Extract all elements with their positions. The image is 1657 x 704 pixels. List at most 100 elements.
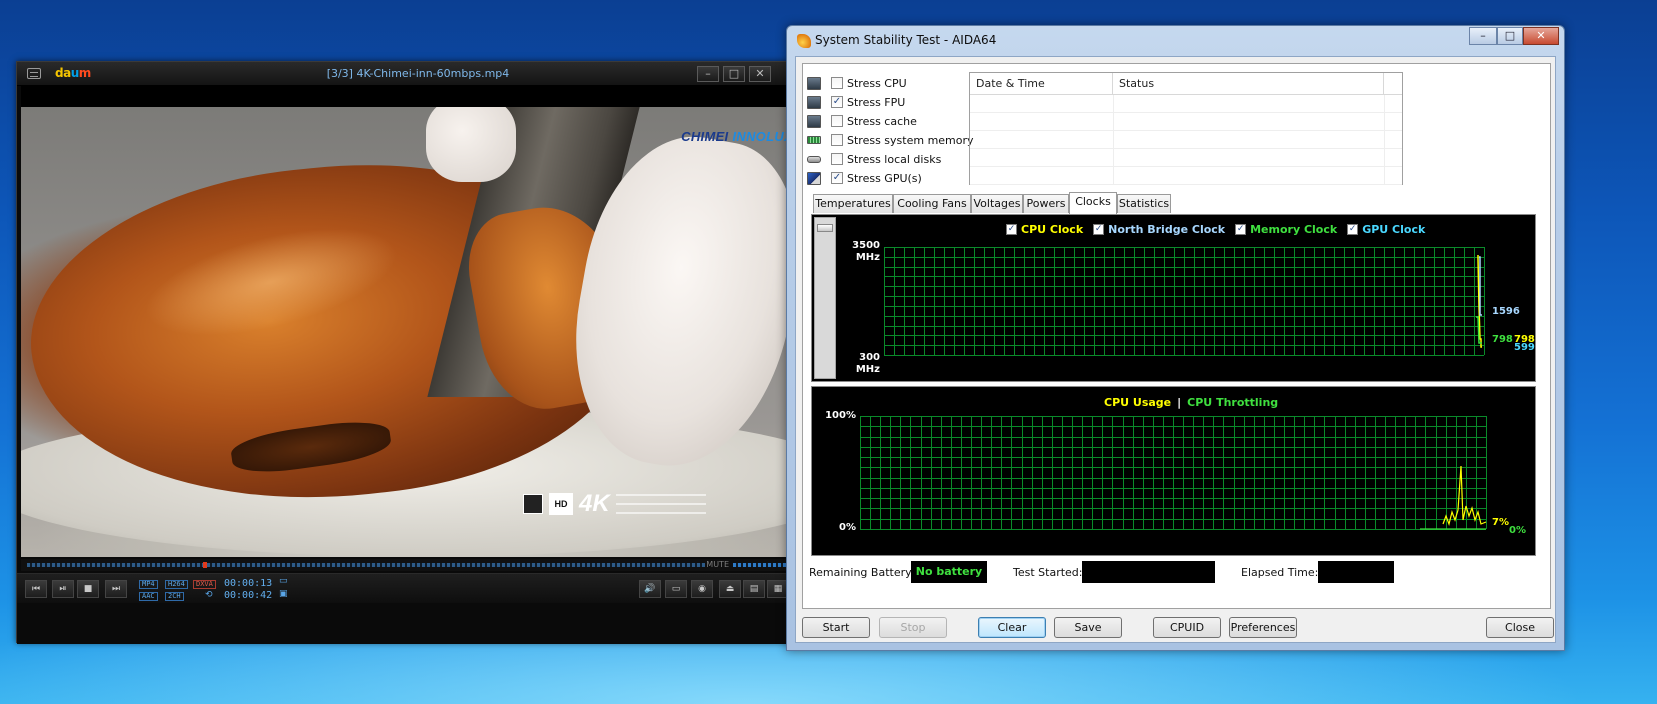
stress-cache-checkbox[interactable]	[831, 115, 843, 127]
graph-scrollbar[interactable]	[814, 217, 836, 379]
stress-cpu-option[interactable]: Stress CPU	[807, 74, 907, 92]
test-started-value	[1082, 561, 1215, 583]
player-titlebar[interactable]: daum [3/3] 4K-Chimei-inn-60mbps.mp4 – □ …	[17, 62, 819, 86]
tab-powers[interactable]: Powers	[1023, 194, 1069, 213]
play-pause-button[interactable]: ⏯	[52, 580, 74, 598]
stress-disks-checkbox[interactable]	[831, 153, 843, 165]
cpu-usage-line	[1442, 465, 1487, 527]
aida-close-button[interactable]: ✕	[1523, 27, 1559, 45]
tab-temperatures[interactable]: Temperatures	[813, 194, 893, 213]
aida64-flame-icon	[797, 34, 811, 48]
north-bridge-value: 1596	[1492, 306, 1520, 317]
column-date-time[interactable]: Date & Time	[970, 73, 1113, 95]
cpu-throttling-value: 0%	[1509, 525, 1526, 536]
elapsed-time-value	[1318, 561, 1394, 583]
codec-2ch-badge: 2CH	[165, 592, 184, 601]
tab-cooling-fans[interactable]: Cooling Fans	[893, 194, 971, 213]
stress-disks-option[interactable]: Stress local disks	[807, 150, 941, 168]
graph-scroll-thumb[interactable]	[817, 224, 833, 232]
control-panel-button[interactable]: ▤	[743, 580, 765, 598]
legend-memory-clock-checkbox[interactable]: ✓	[1235, 224, 1247, 235]
aida-maximize-button[interactable]: □	[1497, 27, 1523, 45]
table-row	[970, 95, 1402, 113]
stress-memory-checkbox[interactable]	[831, 134, 843, 146]
start-button[interactable]: Start	[802, 617, 870, 638]
usage-y-min: 0%	[839, 522, 856, 533]
legend-north-bridge-checkbox[interactable]: ✓	[1093, 224, 1105, 235]
video-letterbox-top	[21, 86, 815, 107]
legend-separator: |	[1177, 396, 1182, 409]
remaining-battery-value: No battery	[911, 561, 987, 583]
elapsed-time-label: Elapsed Time:	[1241, 566, 1319, 579]
video-frame[interactable]: CHIMEI INNOLUX HD 4K	[21, 107, 815, 557]
stress-memory-option[interactable]: Stress system memory	[807, 131, 974, 149]
stress-fpu-option[interactable]: ✓ Stress FPU	[807, 93, 905, 111]
status-row: Remaining Battery: No battery Test Start…	[803, 559, 1552, 587]
stress-gpu-option[interactable]: ✓ Stress GPU(s)	[807, 169, 922, 187]
player-maximize-button[interactable]: □	[723, 66, 745, 82]
close-button[interactable]: Close	[1486, 617, 1554, 638]
gpu-icon	[807, 171, 821, 185]
aida-minimize-button[interactable]: –	[1469, 27, 1497, 45]
previous-button[interactable]: ⏮	[25, 580, 47, 598]
aida64-title: System Stability Test - AIDA64	[815, 33, 997, 47]
gpu-value: 599	[1514, 342, 1535, 353]
seek-track[interactable]	[27, 563, 705, 567]
preferences-button[interactable]: Preferences	[1229, 617, 1297, 638]
save-button[interactable]: Save	[1054, 617, 1122, 638]
fpu-icon	[807, 95, 821, 109]
codec-mp4-badge: MP4	[139, 580, 158, 589]
cache-icon	[807, 114, 821, 128]
player-close-button[interactable]: ✕	[749, 66, 771, 82]
clock-legend: ✓ CPU Clock ✓ North Bridge Clock ✓ Memor…	[1006, 223, 1425, 236]
stress-gpu-checkbox[interactable]: ✓	[831, 172, 843, 184]
playlist-icon[interactable]: ▭	[279, 576, 288, 586]
eject-button[interactable]: ⏏	[719, 580, 741, 598]
legend-gpu-clock-checkbox[interactable]: ✓	[1347, 224, 1359, 235]
stress-cache-option[interactable]: Stress cache	[807, 112, 917, 130]
usage-legend: CPU Usage | CPU Throttling	[1104, 396, 1278, 409]
tab-statistics[interactable]: Statistics	[1117, 194, 1171, 213]
stress-cpu-checkbox[interactable]	[831, 77, 843, 89]
cpu-usage-value: 7%	[1492, 517, 1509, 528]
usage-grid	[860, 416, 1487, 530]
capture-button[interactable]: ◉	[691, 580, 713, 598]
repeat-icon[interactable]: ⟲	[205, 590, 213, 600]
legend-cpu-clock[interactable]: ✓ CPU Clock	[1006, 223, 1083, 236]
next-button[interactable]: ⏭	[105, 580, 127, 598]
disk-icon	[807, 155, 821, 163]
volume-button[interactable]: 🔊	[639, 580, 661, 598]
aida-main-panel: Stress CPU ✓ Stress FPU Stress cache Str…	[802, 63, 1551, 609]
badge-square-icon	[523, 494, 543, 514]
player-controls: ⏮ ⏯ ■ ⏭ MP4 H264 DXVA AAC 2CH ⟲ 00:00:13…	[17, 573, 819, 603]
table-row	[970, 131, 1402, 149]
tab-voltages[interactable]: Voltages	[971, 194, 1023, 213]
aida-client-area: Stress CPU ✓ Stress FPU Stress cache Str…	[795, 56, 1556, 643]
mute-label[interactable]: MUTE	[706, 559, 729, 571]
legend-cpu-throttling: CPU Throttling	[1187, 396, 1279, 409]
player-minimize-button[interactable]: –	[697, 66, 719, 82]
stop-button[interactable]: Stop	[879, 617, 947, 638]
cpuid-button[interactable]: CPUID	[1153, 617, 1221, 638]
legend-memory-clock[interactable]: ✓ Memory Clock	[1235, 223, 1337, 236]
log-table[interactable]: Date & Time Status	[969, 72, 1403, 185]
legend-north-bridge-clock[interactable]: ✓ North Bridge Clock	[1093, 223, 1225, 236]
player-bottom-area	[17, 603, 819, 644]
stress-fpu-checkbox[interactable]: ✓	[831, 96, 843, 108]
stop-button[interactable]: ■	[77, 580, 99, 598]
seek-knob[interactable]	[203, 562, 208, 568]
seek-bar[interactable]: MUTE	[21, 559, 815, 571]
screen-icon[interactable]: ▣	[279, 589, 288, 599]
clear-button[interactable]: Clear	[978, 617, 1046, 638]
legend-cpu-clock-checkbox[interactable]: ✓	[1006, 224, 1017, 235]
column-status[interactable]: Status	[1113, 73, 1384, 95]
badge-4k: 4K	[579, 490, 610, 517]
aida64-window: System Stability Test - AIDA64 – □ ✕ Str…	[786, 25, 1565, 651]
subtitle-button[interactable]: ▭	[665, 580, 687, 598]
legend-gpu-clock[interactable]: ✓ GPU Clock	[1347, 223, 1425, 236]
table-row	[970, 113, 1402, 131]
tab-clocks[interactable]: Clocks	[1069, 192, 1117, 214]
remaining-battery-label: Remaining Battery:	[809, 566, 915, 579]
video-glove-top	[426, 107, 516, 182]
cpu-usage-graph: CPU Usage | CPU Throttling 100% 0% 7% 0%	[811, 386, 1536, 556]
